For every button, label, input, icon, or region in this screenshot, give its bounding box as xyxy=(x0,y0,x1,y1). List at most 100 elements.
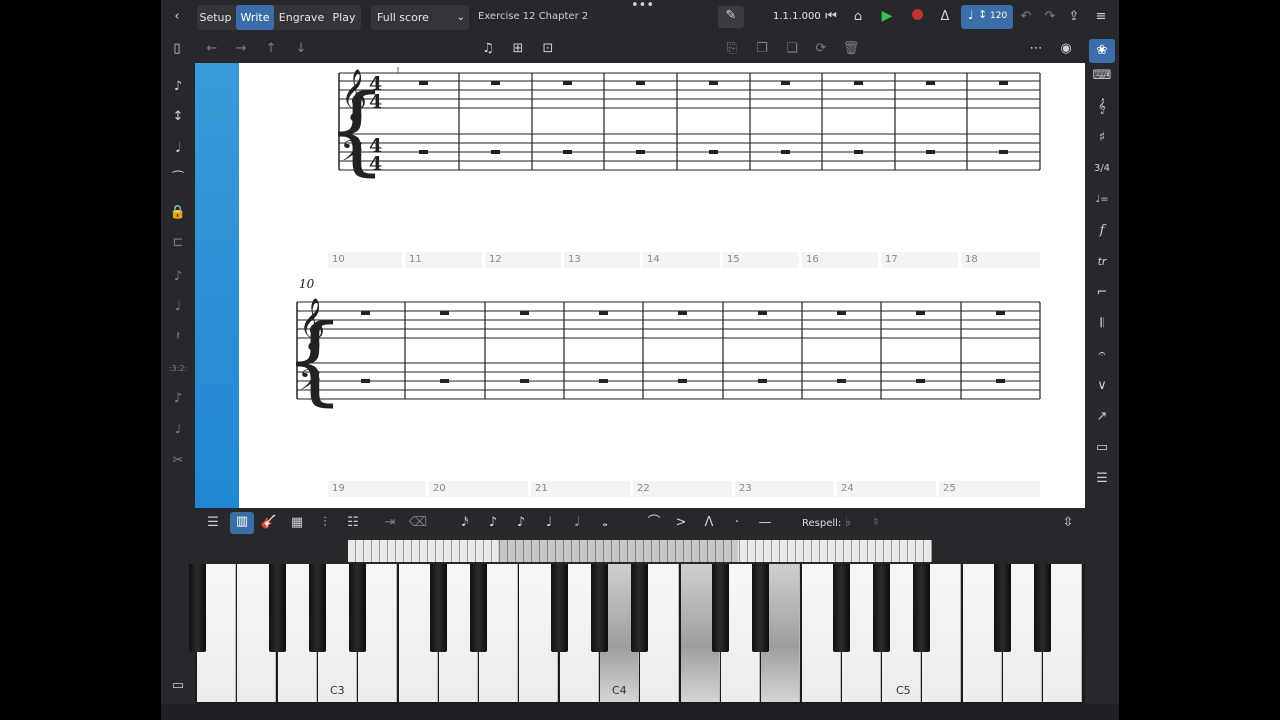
note-input-icon[interactable]: ♫ xyxy=(479,39,497,59)
keyboard-icon[interactable]: ⌨ xyxy=(1092,66,1112,86)
eighth-note-icon-2[interactable]: ♪ xyxy=(485,513,501,533)
black-key[interactable] xyxy=(591,564,608,652)
play-icon[interactable]: ▶ xyxy=(878,6,896,26)
rewind-to-start-icon[interactable]: ⏮ xyxy=(822,7,840,27)
keyboard-panel-icon[interactable]: ▥ xyxy=(230,512,254,534)
repeat-endings-icon[interactable]: ⌐ xyxy=(1092,283,1112,303)
black-key[interactable] xyxy=(873,564,891,652)
resize-panel-icon[interactable]: ⇳ xyxy=(1059,513,1077,533)
left-panel-toggle-icon[interactable]: ▯ xyxy=(169,39,185,59)
note-input-tool-icon[interactable]: ♪ xyxy=(168,77,188,97)
arrow-down-icon[interactable]: ↓ xyxy=(293,39,309,59)
paste-special-icon[interactable]: ⎘ xyxy=(723,39,741,59)
list-icon[interactable]: ☰ xyxy=(203,513,223,533)
keyboard-overview-viewport[interactable] xyxy=(498,540,738,562)
keyboard-overview[interactable] xyxy=(195,538,1085,564)
lock-duration-icon[interactable]: 🔒 xyxy=(168,203,188,223)
black-key[interactable] xyxy=(752,564,770,652)
sixteenth-note-icon[interactable]: 𝅘𝅥𝅯 xyxy=(457,513,473,533)
dotted-note-icon[interactable]: ♩ xyxy=(168,297,188,317)
more-options-icon[interactable]: ⋯ xyxy=(1027,39,1045,59)
backspace-icon[interactable]: ⌫ xyxy=(408,513,428,533)
score-view[interactable]: { 𝄞 𝄢 4 4 4 4 {𝄞 𝄢 10 10 11 12 13 14 15… xyxy=(195,63,1085,508)
grace-note-icon[interactable]: ♪ xyxy=(168,267,188,287)
arrow-left-icon[interactable]: ← xyxy=(204,39,220,59)
insert-icon[interactable]: ⊞ xyxy=(509,39,527,59)
comment-icon[interactable]: ▭ xyxy=(1092,438,1112,458)
black-key[interactable] xyxy=(189,564,206,652)
respell-up-icon[interactable]: ♭ xyxy=(839,513,857,533)
keyboard-overview-strip[interactable] xyxy=(348,540,932,562)
copy-icon[interactable]: ❐ xyxy=(753,39,771,59)
eighth-note-icon[interactable]: ♪ xyxy=(513,513,529,533)
tab-setup[interactable]: Setup xyxy=(197,5,234,30)
marcato-icon[interactable]: Λ xyxy=(701,513,717,533)
metronome-mode-icon[interactable]: ✎ xyxy=(718,6,744,28)
black-key[interactable] xyxy=(832,564,850,652)
quarter-note-icon[interactable]: ♩ xyxy=(541,513,557,533)
whole-note-icon[interactable]: 𝅝 xyxy=(597,513,613,533)
swap-icon[interactable]: ⟳ xyxy=(812,39,830,59)
duplicate-icon[interactable]: ❏ xyxy=(783,39,801,59)
half-note-icon[interactable]: 𝅗𝅥 xyxy=(569,513,585,533)
fermata-icon[interactable]: 𝄐 xyxy=(1092,345,1112,365)
black-key[interactable] xyxy=(1034,564,1052,652)
tuplet-icon[interactable]: :3:2: xyxy=(168,359,188,379)
hide-panel-icon[interactable]: ▭ xyxy=(168,676,188,696)
arrow-right-icon[interactable]: → xyxy=(233,39,249,59)
accent-icon[interactable]: > xyxy=(673,513,689,533)
bowing-icon[interactable]: ∨ xyxy=(1092,376,1112,396)
arrow-up-icon[interactable]: ↑ xyxy=(263,39,279,59)
black-key[interactable] xyxy=(349,564,367,652)
black-key[interactable] xyxy=(308,564,326,652)
chord-icon[interactable]: ⊡ xyxy=(539,39,557,59)
palette-icon[interactable]: ❀ xyxy=(1089,39,1115,63)
fretboard-icon[interactable]: 🎸 xyxy=(259,513,279,533)
tab-engrave[interactable]: Engrave xyxy=(277,5,326,30)
insert-chord-icon[interactable]: ⇥ xyxy=(380,513,400,533)
tempo-tool-icon[interactable]: ♩= xyxy=(1092,190,1112,210)
black-key[interactable] xyxy=(631,564,649,652)
view-icon[interactable]: ◉ xyxy=(1057,39,1075,59)
piano-keyboard[interactable]: C3 C4 C5 xyxy=(189,564,1085,704)
tab-play[interactable]: Play xyxy=(327,5,361,30)
dynamics-icon[interactable]: f xyxy=(1092,221,1112,241)
tie-tool-icon[interactable]: ⁀ xyxy=(168,170,188,190)
drum-pads-icon[interactable]: ▦ xyxy=(287,513,307,533)
black-key[interactable] xyxy=(268,564,286,652)
chevron-left-icon[interactable]: ‹ xyxy=(169,7,185,27)
share-icon[interactable]: ⇪ xyxy=(1066,7,1082,27)
rhythm-tool-icon[interactable]: ↕ xyxy=(168,107,188,127)
layout-selector[interactable]: Full score ⌄ xyxy=(371,5,469,30)
bar-tool-icon[interactable]: 𝄃 xyxy=(1092,314,1112,334)
lines-icon[interactable]: ↗ xyxy=(1092,407,1112,427)
key-signature-icon[interactable]: ♯ xyxy=(1092,128,1112,148)
menu-icon[interactable]: ≡ xyxy=(1093,7,1109,27)
time-signature-icon[interactable]: 3/4 xyxy=(1092,159,1112,179)
clef-icon[interactable]: 𝄞 xyxy=(1092,97,1112,117)
black-key[interactable] xyxy=(550,564,568,652)
staccato-icon[interactable]: · xyxy=(729,513,745,533)
checklist-icon[interactable]: ☰ xyxy=(1092,469,1112,489)
filter-icon[interactable]: ☷ xyxy=(343,513,363,533)
black-key[interactable] xyxy=(711,564,729,652)
tenuto-icon[interactable]: — xyxy=(757,513,773,533)
more-dots-icon[interactable]: ••• xyxy=(631,0,654,16)
record-icon[interactable] xyxy=(908,7,926,27)
black-key[interactable] xyxy=(429,564,447,652)
slash-note-icon[interactable]: ♪ xyxy=(168,389,188,409)
force-duration-icon[interactable]: ⊏ xyxy=(168,233,188,253)
tempo-control[interactable]: ♩ ↕ 120 xyxy=(961,5,1013,29)
click-icon[interactable]: Δ xyxy=(936,7,954,27)
black-key[interactable] xyxy=(994,564,1011,652)
ornaments-icon[interactable]: tr xyxy=(1092,252,1112,272)
delete-icon[interactable]: 🗑 xyxy=(842,39,860,59)
undo-icon[interactable]: ↶ xyxy=(1018,7,1034,27)
rest-icon[interactable]: 𝄽 xyxy=(168,327,188,347)
black-key[interactable] xyxy=(913,564,931,652)
tremolo-tool-icon[interactable]: 𝅘𝅥 xyxy=(168,139,188,159)
cue-icon[interactable]: ♩ xyxy=(168,420,188,440)
respell-down-icon[interactable]: ♮ xyxy=(867,513,885,533)
scissors-icon[interactable]: ✂ xyxy=(168,451,188,471)
slur-icon[interactable]: ⌒ xyxy=(646,513,662,533)
